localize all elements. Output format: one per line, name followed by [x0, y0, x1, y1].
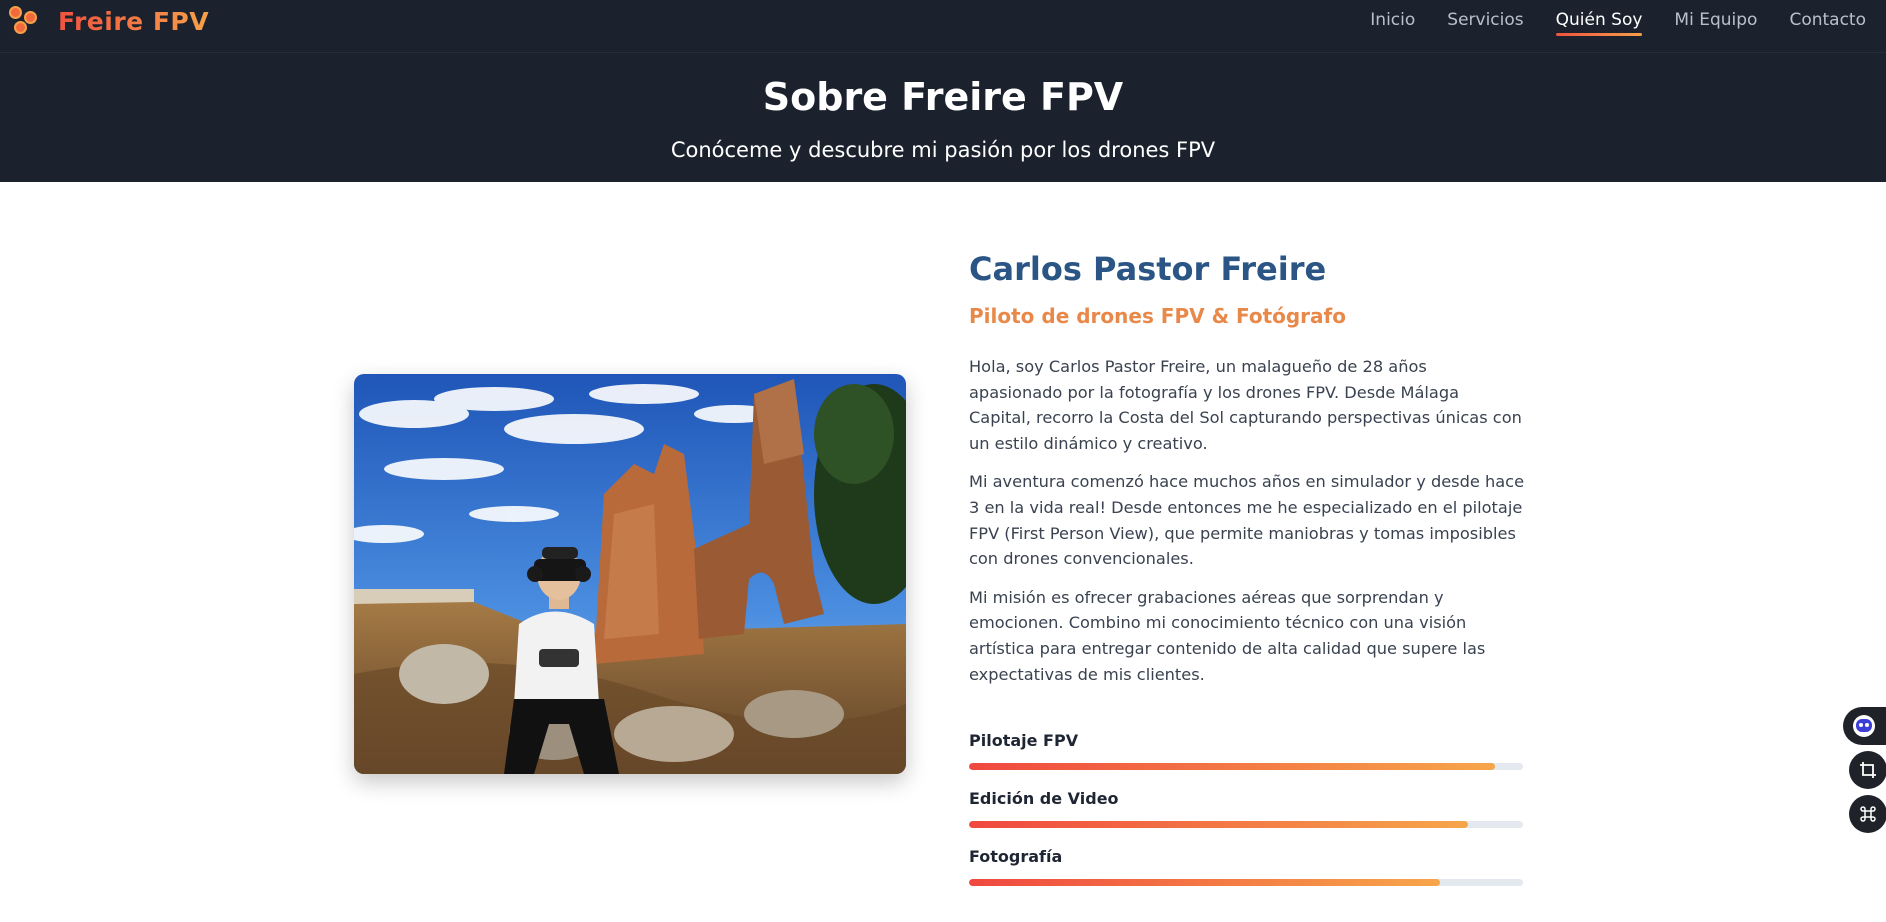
navbar: Freire FPV Inicio Servicios Quién Soy Mi… [0, 0, 1886, 53]
about-section: Carlos Pastor Freire Piloto de drones FP… [969, 249, 1529, 687]
command-button[interactable] [1849, 795, 1886, 833]
main-nav: Inicio Servicios Quién Soy Mi Equipo Con… [1338, 10, 1866, 36]
drone-logo-icon [6, 5, 42, 37]
skill-item: Pilotaje FPV [969, 731, 1523, 789]
skill-label: Fotografía [969, 847, 1063, 866]
nav-link-contacto[interactable]: Contacto [1789, 10, 1866, 36]
nav-link-inicio[interactable]: Inicio [1370, 10, 1415, 36]
brand-logo-link[interactable]: Freire FPV [6, 5, 209, 37]
skill-progress-fill [969, 879, 1440, 886]
skill-progress-fill [969, 763, 1496, 770]
skill-progress-track [969, 763, 1523, 770]
about-paragraph: Mi aventura comenzó hace muchos años en … [969, 472, 1525, 569]
pilot-role: Piloto de drones FPV & Fotógrafo [969, 304, 1346, 328]
page-hero: Sobre Freire FPV Conóceme y descubre mi … [0, 53, 1886, 182]
assistant-bot-icon [1853, 715, 1875, 737]
page-title: Sobre Freire FPV [762, 75, 1124, 119]
crop-icon [1860, 762, 1876, 778]
pilot-name: Carlos Pastor Freire [969, 250, 1327, 288]
about-paragraph: Mi misión es ofrecer grabaciones aéreas … [969, 587, 1486, 684]
command-icon [1860, 806, 1876, 822]
skill-item: Fotografía [969, 847, 1523, 905]
brand-name: Freire FPV [58, 6, 210, 36]
crop-button[interactable] [1849, 751, 1886, 789]
about-paragraph: Hola, soy Carlos Pastor Freire, un malag… [969, 357, 1522, 453]
pilot-photo-illustration [354, 374, 906, 774]
nav-link-mi-equipo[interactable]: Mi Equipo [1674, 10, 1757, 36]
skill-item: Edición de Video [969, 789, 1523, 847]
skill-progress-track [969, 879, 1523, 886]
skill-label: Edición de Video [969, 789, 1119, 808]
assistant-bot-button[interactable] [1843, 707, 1886, 745]
nav-link-servicios[interactable]: Servicios [1447, 10, 1523, 36]
profile-photo [354, 374, 906, 774]
nav-link-quien-soy[interactable]: Quién Soy [1555, 10, 1642, 36]
skill-progress-fill [969, 821, 1468, 828]
skills-list: Pilotaje FPV Edición de Video Fotografía [969, 731, 1523, 905]
page-subtitle: Conóceme y descubre mi pasión por los dr… [670, 138, 1216, 162]
skill-progress-track [969, 821, 1523, 828]
skill-label: Pilotaje FPV [969, 731, 1079, 750]
